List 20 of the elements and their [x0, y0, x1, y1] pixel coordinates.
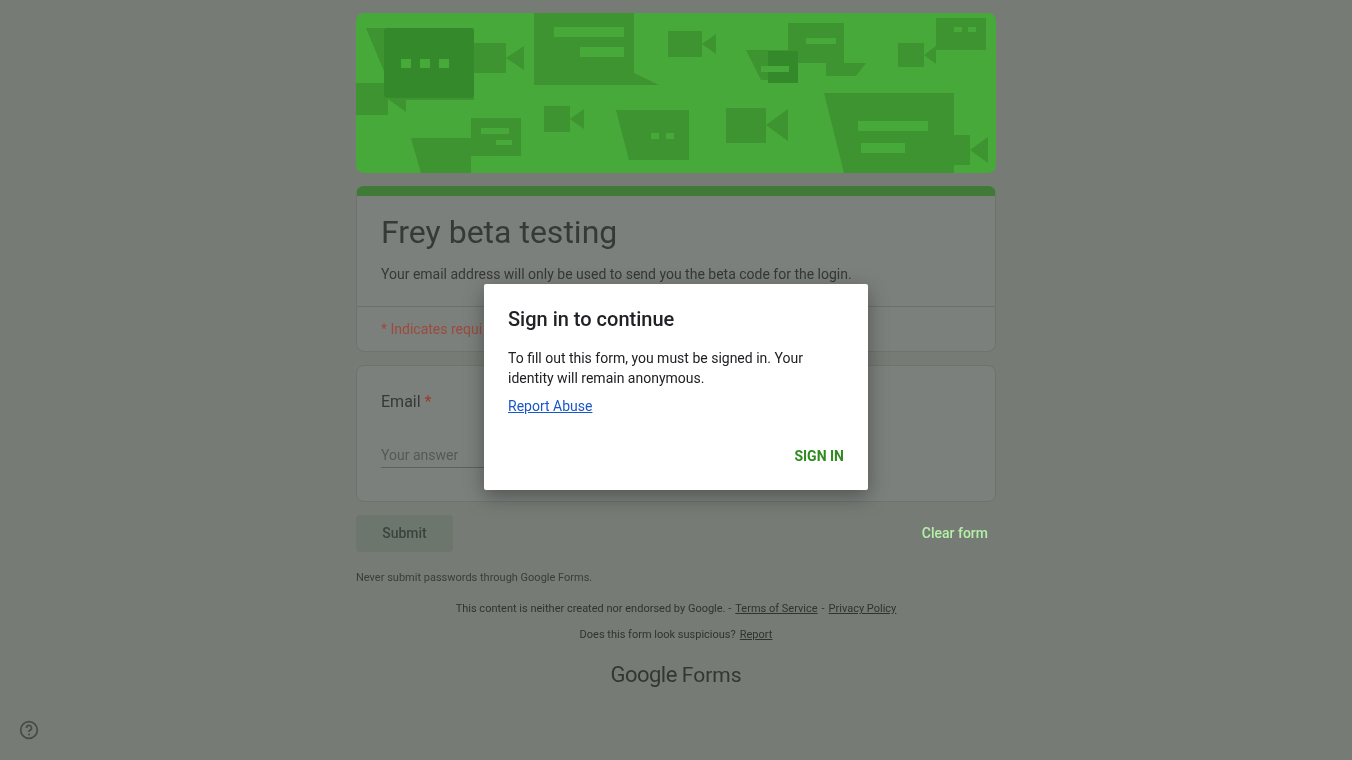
link-separator: - — [821, 601, 825, 617]
google-logo: Google — [610, 661, 677, 689]
forms-logo: Forms — [681, 662, 742, 689]
footer-link[interactable]: Privacy Policy — [828, 601, 897, 617]
password-warning: Never submit passwords through Google Forms. — [356, 570, 593, 586]
report-link[interactable]: Report — [739, 627, 773, 643]
footer-link[interactable]: Terms of Service — [735, 601, 818, 617]
question-label: Email — [381, 391, 421, 413]
sign-in-button[interactable]: SIGN IN — [786, 438, 852, 474]
required-note: * Indicates requi — [381, 320, 483, 339]
form-description: Your email address will only be used to send you the beta code for the login. — [381, 265, 853, 284]
dialog-message: To fill out this form, you must be signed in. Your identity will remain anonymous. — [508, 349, 804, 388]
disclaimer-text: This content is neither created nor endorsed by Google. - — [455, 601, 732, 617]
dialog-title: Sign in to continue — [508, 306, 676, 332]
clear-form-button[interactable]: Clear form — [913, 515, 996, 552]
help-icon[interactable] — [19, 720, 39, 740]
report-abuse-link[interactable]: Report Abuse — [508, 396, 593, 416]
form-title: Frey beta testing — [381, 212, 619, 252]
suspicious-text: Does this form look suspicious? — [579, 627, 736, 643]
required-asterisk: * — [424, 391, 432, 413]
